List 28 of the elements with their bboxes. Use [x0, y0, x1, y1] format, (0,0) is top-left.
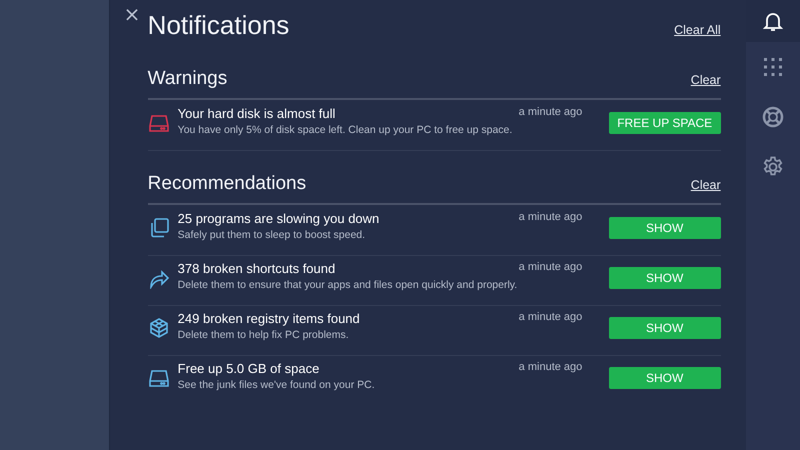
timestamp: a minute ago: [518, 311, 584, 323]
timestamp: a minute ago: [518, 211, 584, 223]
notification-description: See the junk files we've found on your PC.: [178, 379, 376, 391]
lifebuoy-icon[interactable]: [760, 105, 785, 129]
clear-link[interactable]: Clear: [690, 73, 721, 87]
notification-title: 25 programs are slowing you down: [178, 211, 380, 226]
clear-link[interactable]: Clear: [690, 178, 721, 192]
notification-description: Delete them to help fix PC problems.: [178, 329, 350, 341]
notification-description: You have only 5% of disk space left. Clean up your PC to free up space.: [178, 124, 514, 136]
section-title: Recommendations: [148, 173, 306, 195]
notification-title: 378 broken shortcuts found: [178, 261, 336, 276]
timestamp: a minute ago: [518, 261, 584, 273]
notification-title: Free up 5.0 GB of space: [178, 361, 320, 376]
notification-title: Your hard disk is almost full: [178, 106, 336, 121]
notification-description: Safely put them to sleep to boost speed.: [178, 229, 366, 241]
close-button[interactable]: ×: [122, 2, 142, 26]
action-button[interactable]: SHOW: [608, 367, 721, 389]
action-button[interactable]: SHOW: [608, 267, 721, 289]
action-button[interactable]: SHOW: [608, 217, 721, 239]
panel-title: Notifications: [148, 10, 290, 40]
notification-title: 249 broken registry items found: [178, 311, 361, 326]
section-title: Warnings: [148, 68, 228, 90]
notification-description: Delete them to ensure that your apps and files open quickly and properly.: [178, 279, 518, 291]
timestamp: a minute ago: [518, 361, 584, 373]
action-button[interactable]: FREE UP SPACE: [608, 112, 721, 134]
timestamp: a minute ago: [518, 106, 584, 118]
action-button[interactable]: SHOW: [608, 317, 721, 339]
clear-all-link[interactable]: Clear All: [674, 23, 721, 37]
